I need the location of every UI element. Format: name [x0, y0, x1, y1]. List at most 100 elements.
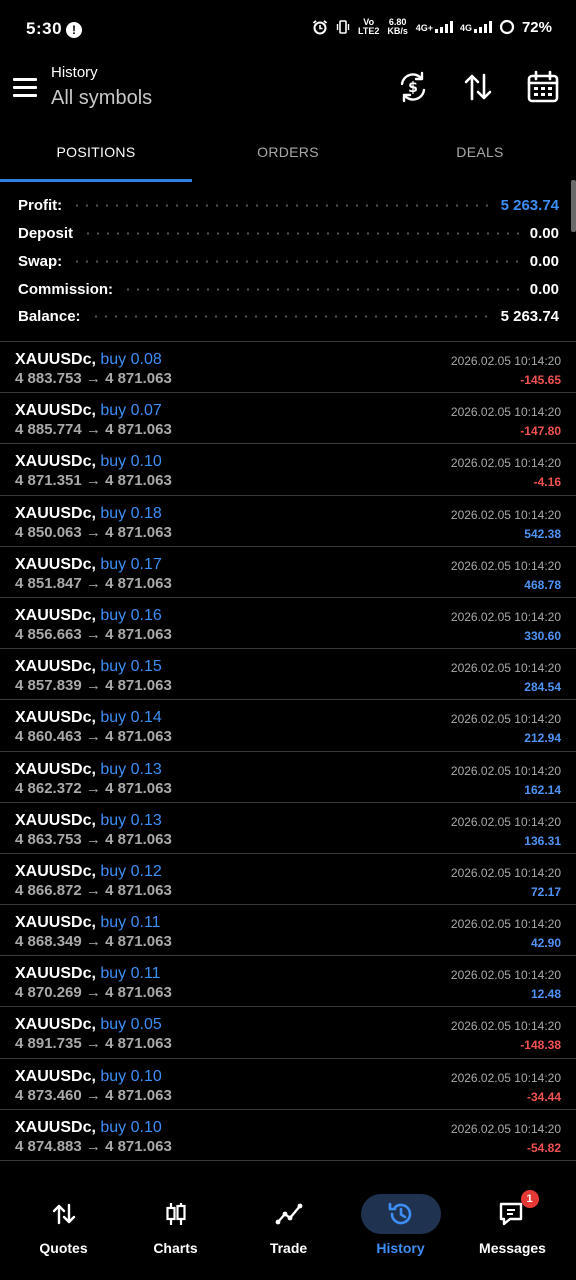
- position-side-volume: buy 0.10: [100, 1118, 162, 1136]
- symbol-name: XAUUSDc,: [15, 709, 96, 727]
- network-volte: Vo LTE2: [358, 17, 380, 36]
- network-type-2: 4G: [459, 23, 472, 33]
- position-prices: 4 871.351 → 4 871.063: [15, 472, 172, 490]
- position-profit: -145.65: [520, 373, 561, 387]
- position-row[interactable]: XAUUSDc, buy 0.13 4 862.372 → 4 871.063 20…: [0, 752, 576, 803]
- position-profit: -148.38: [520, 1038, 561, 1053]
- info-notification-icon: !: [66, 22, 82, 38]
- quotes-icon: [52, 1203, 75, 1225]
- position-profit: -147.80: [520, 424, 561, 439]
- currency-refresh-icon[interactable]: $: [396, 70, 430, 104]
- position-profit: 542.38: [524, 526, 561, 541]
- position-row[interactable]: XAUUSDc, buy 0.10 4 871.351 → 4 871.063 20…: [0, 444, 576, 496]
- position-row[interactable]: XAUUSDc, buy 0.12 4 866.872 → 4 871.063 20…: [0, 854, 576, 906]
- position-symbol: XAUUSDc, buy 0.10: [15, 453, 162, 471]
- nav-trade[interactable]: Trade: [231, 1194, 346, 1256]
- symbol-name: XAUUSDc,: [15, 504, 96, 522]
- position-row[interactable]: XAUUSDc, buy 0.15 4 857.839 → 4 871.063 20…: [0, 649, 576, 701]
- symbol-name: XAUUSDc,: [15, 555, 96, 573]
- position-side-volume: buy 0.11: [100, 965, 161, 983]
- position-time: 2026.02.05 10:14:20: [450, 712, 561, 727]
- position-symbol: XAUUSDc, buy 0.05: [15, 1016, 162, 1034]
- positions-list[interactable]: XAUUSDc, buy 0.08 4 883.753 → 4 871.063 20…: [0, 341, 576, 1165]
- nav-charts[interactable]: Charts: [118, 1194, 233, 1256]
- nav-label: Charts: [153, 1240, 198, 1256]
- position-side-volume: buy 0.15: [100, 658, 162, 676]
- position-side-volume: buy 0.08: [100, 351, 162, 368]
- position-time: 2026.02.05 10:14:20: [450, 661, 561, 676]
- position-symbol: XAUUSDc, buy 0.10: [15, 1068, 162, 1086]
- position-side-volume: buy 0.12: [100, 862, 162, 880]
- position-row[interactable]: XAUUSDc, buy 0.17 4 851.847 → 4 871.063 20…: [0, 547, 576, 598]
- symbol-name: XAUUSDc,: [15, 760, 96, 778]
- tab-orders[interactable]: ORDERS: [192, 126, 384, 182]
- position-profit: 284.54: [524, 680, 561, 695]
- dotted-leader: [72, 204, 491, 208]
- nav-quotes[interactable]: Quotes: [6, 1194, 121, 1256]
- position-symbol: XAUUSDc, buy 0.14: [15, 709, 162, 727]
- symbol-filter[interactable]: All symbols: [51, 87, 152, 110]
- position-prices: 4 857.839 → 4 871.063: [15, 677, 172, 695]
- position-prices: 4 851.847 → 4 871.063: [15, 574, 172, 592]
- position-side-volume: buy 0.10: [100, 453, 162, 471]
- position-row[interactable]: XAUUSDc, buy 0.08 4 883.753 → 4 871.063 20…: [0, 342, 576, 394]
- scrollbar[interactable]: [571, 180, 576, 232]
- menu-icon[interactable]: [13, 78, 37, 97]
- sort-icon[interactable]: [461, 70, 495, 104]
- position-row[interactable]: XAUUSDc, buy 0.07 4 885.774 → 4 871.063 20…: [0, 393, 576, 445]
- tab-deals[interactable]: DEALS: [384, 126, 576, 182]
- account-summary: Profit: 5 263.74 Deposit 0.00 Swap: 0.00…: [0, 192, 576, 340]
- position-row[interactable]: XAUUSDc, buy 0.16 4 856.663 → 4 871.063 20…: [0, 598, 576, 650]
- position-row[interactable]: XAUUSDc, buy 0.14 4 860.463 → 4 871.063 20…: [0, 700, 576, 752]
- summary-swap: Swap: 0.00: [0, 248, 576, 276]
- history-tabs: POSITIONS ORDERS DEALS: [0, 126, 576, 182]
- position-symbol: XAUUSDc, buy 0.11: [15, 914, 161, 932]
- position-row[interactable]: XAUUSDc, buy 0.10 4 874.883 → 4 871.063 20…: [0, 1110, 576, 1161]
- position-time: 2026.02.05 10:14:20: [450, 814, 561, 829]
- position-row[interactable]: XAUUSDc, buy 0.05 4 891.735 → 4 871.063 20…: [0, 1007, 576, 1059]
- position-symbol: XAUUSDc, buy 0.13: [15, 761, 162, 779]
- position-prices: 4 868.349 → 4 871.063: [15, 933, 172, 951]
- position-prices: 4 866.872 → 4 871.063: [15, 881, 172, 899]
- battery-level: 72%: [521, 18, 552, 36]
- nav-label: Quotes: [39, 1240, 88, 1256]
- position-symbol: XAUUSDc, buy 0.15: [15, 658, 162, 676]
- page-title: History: [51, 64, 98, 81]
- battery-icon: [499, 19, 515, 35]
- position-profit: 42.90: [530, 936, 561, 951]
- position-side-volume: buy 0.13: [100, 760, 162, 778]
- dotted-leader: [123, 287, 520, 291]
- tab-positions[interactable]: POSITIONS: [0, 126, 192, 182]
- position-prices: 4 885.774 → 4 871.063: [15, 421, 172, 439]
- position-time: 2026.02.05 10:14:20: [450, 609, 561, 624]
- summary-label: Swap:: [18, 252, 63, 270]
- network-type-1: 4G+: [415, 23, 433, 33]
- position-profit: 212.94: [524, 731, 561, 746]
- nav-label: Messages: [479, 1240, 546, 1256]
- position-symbol: XAUUSDc, buy 0.12: [15, 863, 162, 881]
- position-prices: 4 860.463 → 4 871.063: [15, 728, 172, 746]
- position-row[interactable]: XAUUSDc, buy 0.11 4 870.269 → 4 871.063 20…: [0, 956, 576, 1008]
- position-profit: -4.16: [533, 475, 561, 490]
- position-row[interactable]: XAUUSDc, buy 0.10 4 873.460 → 4 871.063 20…: [0, 1059, 576, 1110]
- position-time: 2026.02.05 10:14:20: [450, 917, 561, 932]
- symbol-name: XAUUSDc,: [15, 914, 96, 932]
- position-row[interactable]: XAUUSDc, buy 0.11 4 868.349 → 4 871.063 20…: [0, 905, 576, 957]
- position-row[interactable]: XAUUSDc, buy 0.18 4 850.063 → 4 871.063 20…: [0, 496, 576, 547]
- signal-bars-icon: [434, 21, 453, 33]
- nav-history[interactable]: History: [343, 1194, 458, 1256]
- symbol-name: XAUUSDc,: [15, 862, 96, 880]
- calendar-icon[interactable]: [526, 70, 560, 104]
- nav-messages[interactable]: 1 Messages: [455, 1190, 570, 1256]
- position-row[interactable]: XAUUSDc, buy 0.13 4 863.753 → 4 871.063 20…: [0, 803, 576, 854]
- app-header: History All symbols $: [0, 60, 576, 126]
- position-time: 2026.02.05 10:14:20: [450, 507, 561, 522]
- summary-value: 5 263.74: [500, 308, 559, 326]
- signal-1: 4G+: [416, 21, 453, 33]
- summary-commission: Commission: 0.00: [0, 275, 576, 303]
- position-prices: 4 850.063 → 4 871.063: [15, 523, 172, 541]
- position-prices: 4 862.372 → 4 871.063: [15, 779, 172, 797]
- position-prices: 4 863.753 → 4 871.063: [15, 830, 172, 848]
- position-prices: 4 873.460 → 4 871.063: [15, 1086, 172, 1104]
- symbol-name: XAUUSDc,: [15, 1016, 96, 1034]
